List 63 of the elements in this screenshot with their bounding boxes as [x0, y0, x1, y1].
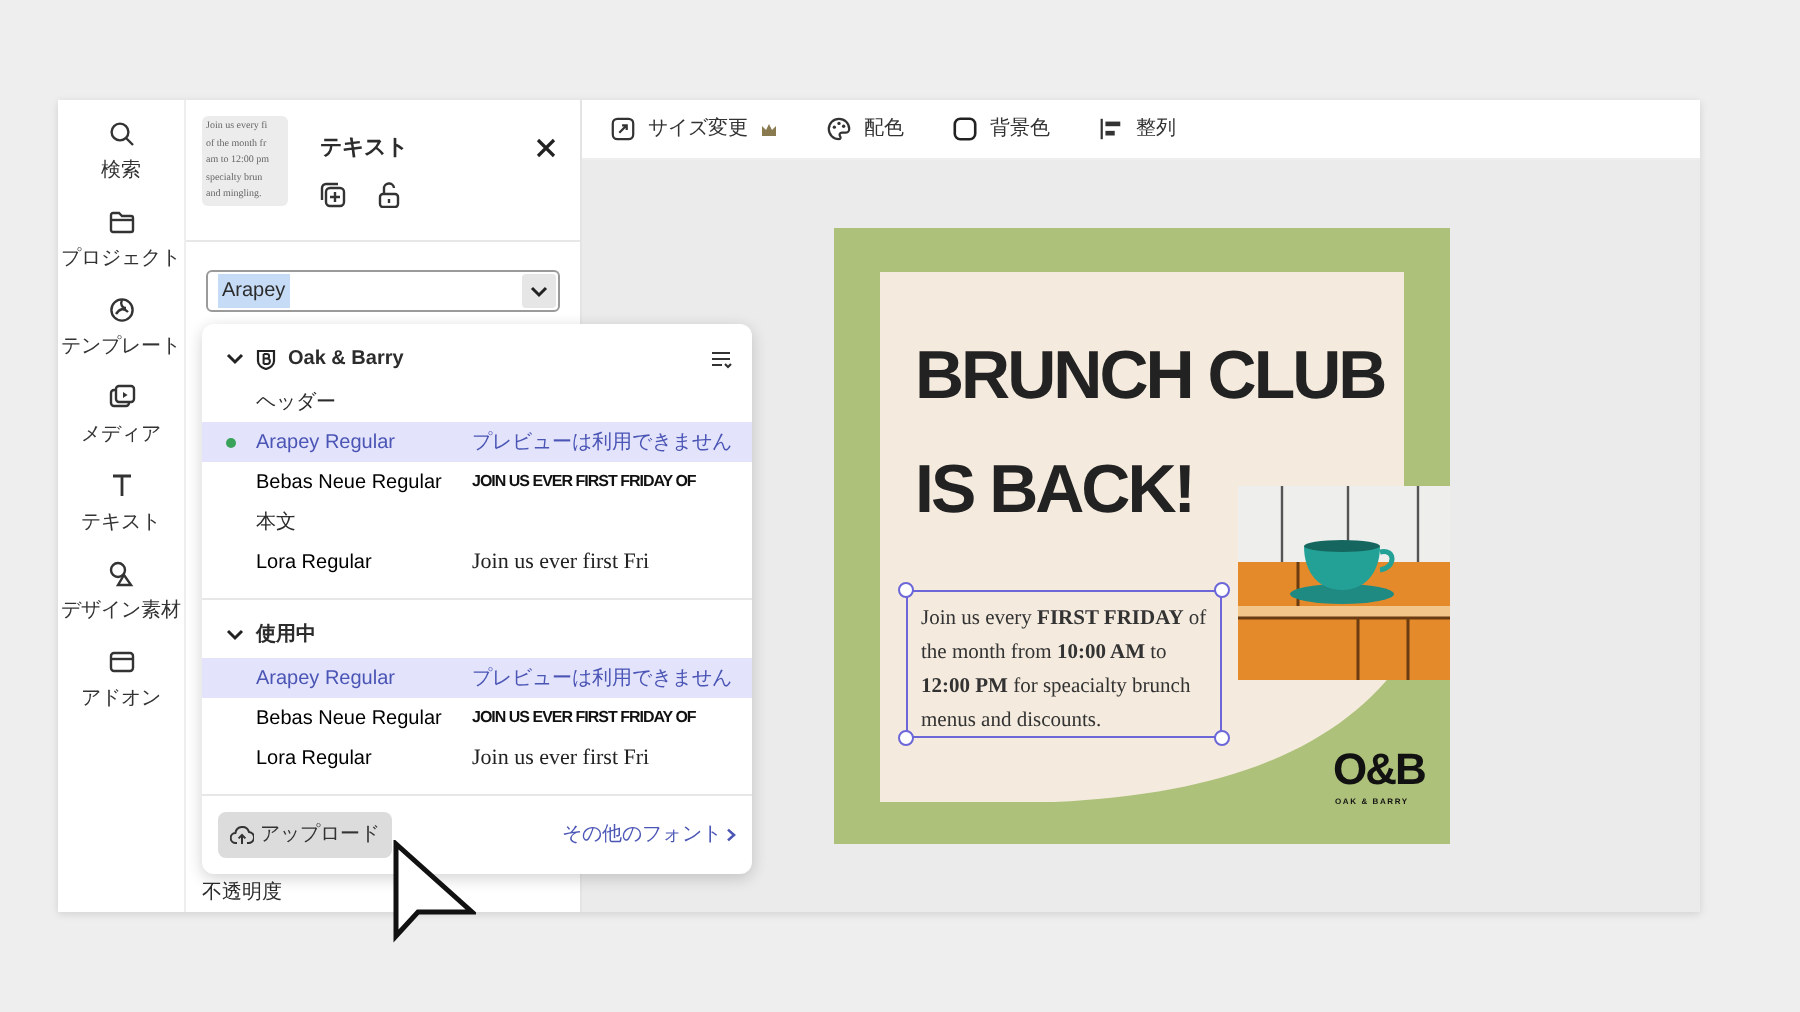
panel-title: テキスト [320, 134, 408, 164]
font-name: Bebas Neue Regular [256, 469, 444, 497]
opacity-label: 不透明度 [200, 879, 284, 908]
more-fonts-link[interactable]: その他のフォント [562, 820, 736, 850]
sidebar-item[interactable]: アドオン [57, 648, 185, 736]
palette-icon [826, 116, 852, 142]
text-icon [107, 472, 135, 500]
group-label: 本文 [254, 509, 298, 537]
font-name: Arapey Regular [256, 429, 397, 457]
body-text[interactable]: Join us every FIRST FRIDAY of the month from 10:00 AM to 12:00 PM for speacialty brunch menus and discounts. [905, 590, 1221, 738]
sidebar-item[interactable]: デザイン素材 [57, 560, 185, 648]
section-title: 使用中 [256, 621, 316, 650]
palette-icon [107, 296, 135, 324]
chevron-icon[interactable] [226, 350, 244, 368]
search-icon [107, 120, 135, 148]
headline[interactable]: BRUNCH CLUB IS BACK! [915, 320, 1385, 548]
toolbar-button[interactable]: 背景色 [952, 114, 1050, 144]
shield-icon [256, 348, 276, 370]
sidebar-item[interactable]: テキスト [57, 472, 185, 560]
sort-icon[interactable] [710, 349, 732, 369]
toolbar-button[interactable]: サイズ変更 [610, 114, 778, 144]
folder-icon [107, 208, 135, 236]
sidebar-item[interactable]: 検索 [57, 120, 185, 208]
font-name: Bebas Neue Regular [256, 705, 444, 733]
chevron-icon[interactable] [226, 626, 244, 644]
font-name: Arapey Regular [256, 665, 397, 693]
toolbar-button[interactable]: 配色 [826, 114, 904, 144]
font-name: Lora Regular [256, 745, 374, 773]
font-preview: プレビューは利用できません [472, 429, 732, 457]
close-icon[interactable] [536, 138, 556, 159]
align-left-icon [1098, 116, 1124, 142]
font-dropdown[interactable]: Arapey [206, 270, 560, 312]
unlock-icon[interactable] [378, 181, 400, 207]
font-option[interactable]: Lora Regular Join us ever first Fri [202, 738, 752, 778]
font-name: Lora Regular [256, 549, 374, 577]
duplicate-icon[interactable] [320, 181, 346, 207]
font-option[interactable]: Arapey Regular プレビューは利用できません [202, 658, 752, 698]
shapes-icon [107, 560, 135, 588]
sidebar-item[interactable]: プロジェクト [57, 208, 185, 296]
section-title: Oak & Barry [288, 346, 404, 374]
font-preview: Join us ever first Fri [472, 743, 650, 774]
sidebar-item[interactable]: メディア [57, 384, 185, 472]
selected-text: Arapey [218, 274, 290, 308]
upload-button[interactable]: アップロード [218, 812, 392, 858]
font-preview: プレビューは利用できません [472, 665, 732, 693]
toolbar-button[interactable]: 整列 [1098, 114, 1176, 144]
font-option[interactable]: Bebas Neue Regular JOIN US EVER FIRST FRIDAY OF [202, 462, 752, 502]
font-preview: Join us ever first Fri [472, 547, 650, 578]
square-icon [952, 116, 978, 142]
group-label: ヘッダー [254, 389, 338, 417]
resize-icon [610, 116, 636, 142]
font-option[interactable]: Lora Regular Join us ever first Fri [202, 542, 752, 582]
font-preview: JOIN US EVER FIRST FRIDAY OF [472, 470, 696, 494]
font-option[interactable]: Arapey Regular プレビューは利用できません [202, 422, 752, 462]
window-icon [107, 648, 135, 676]
cloud-upload-icon [230, 825, 254, 845]
sidebar-item[interactable]: テンプレート [57, 296, 185, 384]
media-icon [107, 384, 135, 412]
logo-mark: O&B [1333, 744, 1425, 796]
caret-icon[interactable] [522, 274, 556, 308]
chevron-icon [726, 828, 736, 842]
font-option[interactable]: Bebas Neue Regular JOIN US EVER FIRST FRIDAY OF [202, 698, 752, 738]
font-preview: JOIN US EVER FIRST FRIDAY OF [472, 706, 696, 730]
